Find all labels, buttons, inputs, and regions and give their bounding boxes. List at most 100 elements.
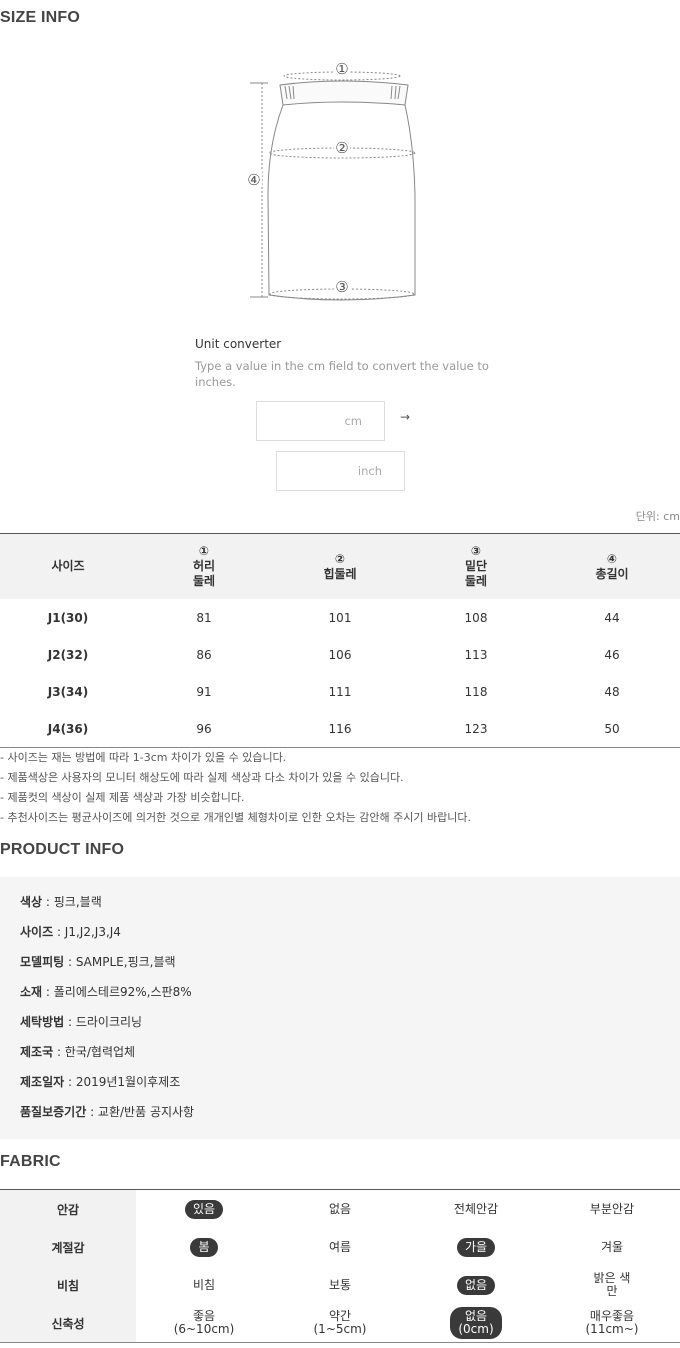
fabric-option-label: 전체안감 xyxy=(446,1200,506,1219)
fabric-option-subtext: (6~10cm) xyxy=(173,1322,235,1336)
header-length: ④ 총길이 xyxy=(595,551,629,581)
info-row: 세탁방법 : 드라이크리닝 xyxy=(20,1015,143,1029)
fabric-option-label: 좋음 (6~10cm) xyxy=(166,1307,243,1339)
table-cell: 44 xyxy=(604,610,620,625)
fabric-option-label: 없음 xyxy=(321,1200,359,1219)
fabric-option-text: 보통 xyxy=(328,1277,352,1292)
fabric-option: 가을 xyxy=(408,1237,544,1257)
fabric-option: 없음 (0cm) xyxy=(408,1307,544,1339)
size-info-title: SIZE INFO xyxy=(0,9,81,26)
fabric-option: 약간 (1~5cm) xyxy=(272,1307,408,1339)
fabric-option-label: 보통 xyxy=(321,1276,359,1295)
table-cell: 48 xyxy=(604,684,620,699)
fabric-row-label: 계절감 xyxy=(0,1228,136,1266)
table-cell: J1(30) xyxy=(47,610,89,625)
fabric-option-text: 여름 xyxy=(328,1239,352,1254)
fabric-option-subtext: (0cm) xyxy=(458,1322,494,1336)
unit-note: 단위: cm xyxy=(635,510,680,523)
marker-4: ④ xyxy=(247,171,260,189)
fabric-option-label: 여름 xyxy=(321,1238,359,1257)
fabric-option: 있음 xyxy=(136,1199,272,1219)
marker-2: ② xyxy=(335,139,348,157)
fabric-option: 밝은 색만 xyxy=(544,1269,680,1301)
fabric-option-selected: 없음 xyxy=(456,1275,496,1295)
fabric-option-selected: 있음 xyxy=(184,1199,224,1219)
table-row: J3(34) 91 111 118 48 xyxy=(0,673,680,710)
fabric-option-selected: 가을 xyxy=(456,1237,496,1257)
table-cell: J4(36) xyxy=(47,721,89,736)
fabric-option-label: 겨울 xyxy=(593,1238,631,1257)
marker-1: ① xyxy=(335,60,348,78)
product-info-box: 색상 : 핑크,블랙 사이즈 : J1,J2,J3,J4 모델피팅 : SAMP… xyxy=(0,877,680,1139)
header-waist: ① 허리 둘레 xyxy=(192,544,216,588)
cm-input[interactable]: cm xyxy=(256,401,385,441)
size-table: 사이즈 ① 허리 둘레 ② 힙둘레 ③ 밑단 둘레 ④ 총길이 J1(30) 81 101 … xyxy=(0,533,680,748)
fabric-option-text: 부분안감 xyxy=(589,1201,635,1216)
fabric-option-selected: 봄 xyxy=(190,1237,218,1257)
cm-unit-label: cm xyxy=(344,414,362,428)
table-cell: 86 xyxy=(196,647,212,662)
fabric-option-text: 봄 xyxy=(198,1239,210,1254)
fabric-option-text: 가을 xyxy=(464,1239,488,1254)
fabric-option-label: 부분안감 xyxy=(582,1200,642,1219)
table-cell: 96 xyxy=(196,721,212,736)
fabric-option: 없음 xyxy=(408,1275,544,1295)
fabric-option: 보통 xyxy=(272,1276,408,1295)
table-cell: 113 xyxy=(464,647,488,662)
fabric-option: 비침 xyxy=(136,1276,272,1295)
info-row: 사이즈 : J1,J2,J3,J4 xyxy=(20,925,121,939)
fabric-option-text: 없음 xyxy=(464,1277,488,1292)
note-line: - 사이즈는 재는 방법에 따라 1-3cm 차이가 있을 수 있습니다. xyxy=(0,751,287,764)
fabric-option-subtext: 만 xyxy=(606,1284,618,1298)
table-row: J2(32) 86 106 113 46 xyxy=(0,636,680,673)
table-cell: 123 xyxy=(464,721,488,736)
table-cell: 91 xyxy=(196,684,212,699)
fabric-row: 신축성 좋음 (6~10cm) 약간 (1~5cm) 없음 (0cm) 매우좋음 (11cm~) xyxy=(0,1304,680,1342)
inch-unit-label: inch xyxy=(357,464,382,478)
marker-3: ③ xyxy=(335,278,348,296)
fabric-option-label: 비침 xyxy=(185,1276,223,1295)
note-line: - 제품색상은 사용자의 모니터 해상도에 따라 실제 색상과 다소 차이가 있… xyxy=(0,771,404,784)
fabric-option-selected: 없음 (0cm) xyxy=(450,1307,502,1339)
fabric-option-subtext: (1~5cm) xyxy=(313,1322,367,1336)
fabric-table: 안감 있음 없음 전체안감 부분안감 계절감 봄 여름 가을 겨울 비침 비침 보통 없음 밝은 색 만 신축성… xyxy=(0,1189,680,1343)
product-info-title: PRODUCT INFO xyxy=(0,841,125,858)
fabric-row: 비침 비침 보통 없음 밝은 색만 xyxy=(0,1266,680,1304)
fabric-option: 겨울 xyxy=(544,1238,680,1257)
info-row: 제조국 : 한국/협력업체 xyxy=(20,1045,136,1059)
unit-converter-description: Type a value in the cm field to convert … xyxy=(195,359,489,389)
fabric-option: 여름 xyxy=(272,1238,408,1257)
size-notes: - 사이즈는 재는 방법에 따라 1-3cm 차이가 있을 수 있습니다. - … xyxy=(0,748,471,828)
info-row: 모델피팅 : SAMPLE,핑크,블랙 xyxy=(20,955,176,969)
size-table-header: 사이즈 ① 허리 둘레 ② 힙둘레 ③ 밑단 둘레 ④ 총길이 xyxy=(0,534,680,599)
fabric-option: 봄 xyxy=(136,1237,272,1257)
fabric-option: 매우좋음 (11cm~) xyxy=(544,1307,680,1339)
table-cell: J3(34) xyxy=(47,684,89,699)
fabric-option-text: 겨울 xyxy=(600,1239,624,1254)
fabric-row: 안감 있음 없음 전체안감 부분안감 xyxy=(0,1190,680,1228)
fabric-option-label: 밝은 색만 xyxy=(586,1269,639,1301)
fabric-title: FABRIC xyxy=(0,1153,61,1170)
info-row: 제조일자 : 2019년1월이후제조 xyxy=(20,1075,181,1089)
fabric-option-label: 약간 (1~5cm) xyxy=(306,1307,375,1339)
inch-output: inch xyxy=(276,451,405,491)
fabric-option: 전체안감 xyxy=(408,1200,544,1219)
table-cell: 106 xyxy=(328,647,352,662)
header-hem: ③ 밑단 둘레 xyxy=(464,544,488,588)
table-cell: 118 xyxy=(464,684,488,699)
table-cell: 101 xyxy=(328,610,352,625)
table-cell: 111 xyxy=(328,684,352,699)
table-cell: 46 xyxy=(604,647,620,662)
skirt-size-diagram: ① ② ③ ④ xyxy=(246,60,416,301)
fabric-option-subtext: (11cm~) xyxy=(585,1322,639,1336)
fabric-row-label: 비침 xyxy=(0,1266,136,1304)
arrow-right-icon: → xyxy=(400,410,411,424)
fabric-option: 부분안감 xyxy=(544,1200,680,1219)
fabric-option-label: 매우좋음 (11cm~) xyxy=(578,1307,647,1339)
table-cell: 116 xyxy=(328,721,352,736)
fabric-option: 좋음 (6~10cm) xyxy=(136,1307,272,1339)
header-size: 사이즈 xyxy=(51,559,85,573)
note-line: - 추천사이즈는 평균사이즈에 의거한 것으로 개개인별 체형차이로 인한 오차… xyxy=(0,811,471,824)
table-row: J1(30) 81 101 108 44 xyxy=(0,599,680,636)
info-row: 품질보증기간 : 교환/반품 공지사항 xyxy=(20,1105,195,1119)
